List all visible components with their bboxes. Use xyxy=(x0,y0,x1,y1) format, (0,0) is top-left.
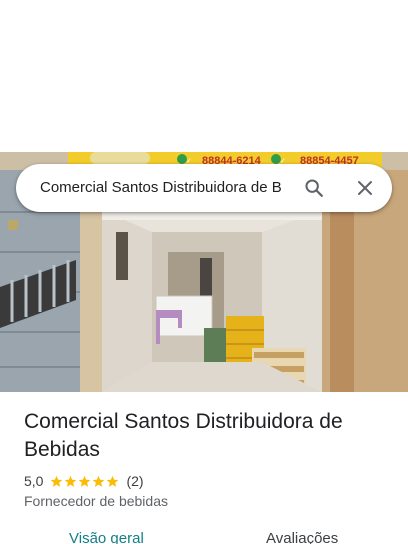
search-input[interactable]: Comercial Santos Distribuidora de B xyxy=(40,164,304,212)
search-button[interactable] xyxy=(298,172,330,204)
place-title: Comercial Santos Distribuidora de Bebida… xyxy=(24,410,343,461)
tab-overview[interactable]: Visão geral xyxy=(69,530,144,544)
star-icon xyxy=(107,475,119,487)
star-icon xyxy=(79,475,91,487)
rating-row[interactable]: 5,0 (2) xyxy=(24,472,144,490)
star-icon xyxy=(65,475,77,487)
place-category: Fornecedor de bebidas xyxy=(24,493,168,509)
review-count[interactable]: (2) xyxy=(126,473,143,489)
rating-value: 5,0 xyxy=(24,473,44,489)
clear-search-button[interactable] xyxy=(349,172,381,204)
map-blank-area xyxy=(0,0,408,152)
rating-stars xyxy=(50,475,120,488)
search-icon xyxy=(305,179,323,197)
star-icon xyxy=(51,475,63,487)
close-icon xyxy=(358,181,372,195)
search-bar[interactable]: Comercial Santos Distribuidora de B xyxy=(16,164,392,212)
tab-reviews[interactable]: Avaliações xyxy=(266,530,338,544)
place-tabs: Visão geral Avaliações xyxy=(0,530,408,544)
star-icon xyxy=(93,475,105,487)
